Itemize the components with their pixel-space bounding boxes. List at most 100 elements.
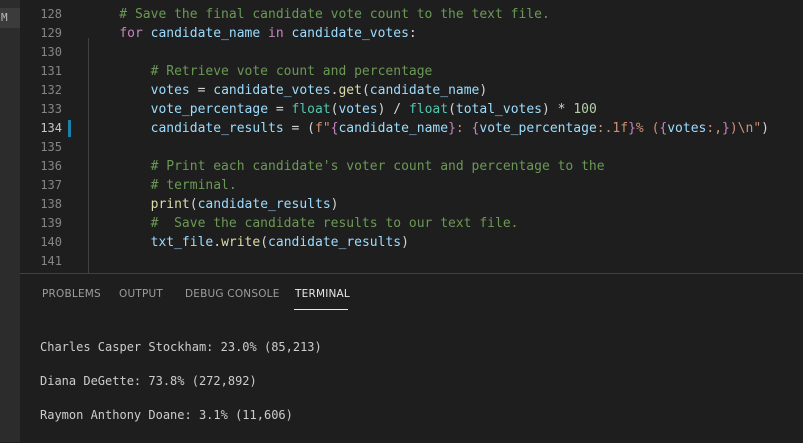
line-number: 135: [40, 140, 62, 154]
code-token: candidate_name: [369, 83, 480, 98]
code-text: # Save the final candidate vote count to…: [88, 5, 550, 24]
code-token: f": [315, 121, 331, 136]
code-token: ): [401, 235, 409, 250]
code-line[interactable]: 130: [20, 43, 803, 62]
code-line[interactable]: 132 votes = candidate_votes.get(candidat…: [20, 81, 803, 100]
code-text: # Print each candidate's voter count and…: [88, 157, 605, 176]
code-line[interactable]: 137 # terminal.: [20, 176, 803, 195]
side-marker: M: [0, 8, 20, 28]
line-number: 129: [40, 26, 62, 40]
code-line[interactable]: 131 # Retrieve vote count and percentage: [20, 62, 803, 81]
code-line[interactable]: 140 txt_file.write(candidate_results): [20, 233, 803, 252]
tab-debug-console[interactable]: DEBUG CONSOLE: [185, 288, 280, 300]
code-token: get: [338, 83, 362, 98]
code-token: ): [761, 121, 769, 136]
code-token: candidate_results: [268, 235, 402, 250]
code-token: }: [722, 121, 730, 136]
code-token: txt_file: [150, 235, 214, 250]
code-token: (: [189, 197, 198, 212]
code-token: # Retrieve vote count and percentage: [88, 64, 433, 79]
code-line[interactable]: 135: [20, 138, 803, 157]
code-text: vote_percentage = float(votes) / float(t…: [88, 100, 597, 119]
code-text: for candidate_name in candidate_votes:: [88, 24, 417, 43]
code-token: # terminal.: [88, 178, 237, 193]
code-token: total_votes: [455, 102, 542, 117]
code-token: candidate_votes: [213, 83, 331, 98]
terminal-line: Raymon Anthony Doane: 3.1% (11,606): [40, 408, 293, 422]
terminal-line: Diana DeGette: 73.8% (272,892): [40, 374, 257, 388]
code-text: txt_file.write(candidate_results): [88, 233, 409, 252]
code-token: = (: [283, 121, 316, 136]
activity-strip: M: [0, 0, 20, 442]
code-token: candidate_results: [150, 121, 284, 136]
code-line[interactable]: 136 # Print each candidate's voter count…: [20, 157, 803, 176]
code-line[interactable]: 138 print(candidate_results): [20, 195, 803, 214]
tab-terminal[interactable]: TERMINAL: [295, 288, 350, 300]
code-token: =: [189, 83, 214, 98]
line-number: 141: [40, 254, 62, 268]
tab-problems[interactable]: PROBLEMS: [42, 288, 101, 300]
code-token: in: [268, 26, 284, 41]
code-token: :.1f: [596, 121, 629, 136]
code-line[interactable]: 129 for candidate_name in candidate_vote…: [20, 24, 803, 43]
line-number: 131: [40, 64, 62, 78]
tab-output[interactable]: OUTPUT: [119, 288, 163, 300]
code-token: candidate_name: [338, 121, 449, 136]
line-number: 133: [40, 102, 62, 116]
code-line[interactable]: 141: [20, 252, 803, 271]
code-token: ) *: [542, 102, 574, 117]
code-token: :: [408, 26, 417, 41]
code-token: candidate_results: [197, 197, 331, 212]
code-token: votes: [667, 121, 707, 136]
code-token: (: [361, 83, 370, 98]
code-editor[interactable]: 128 # Save the final candidate vote coun…: [20, 0, 803, 273]
code-token: ): [330, 197, 339, 212]
terminal-line: Charles Casper Stockham: 23.0% (85,213): [40, 340, 322, 354]
code-line[interactable]: 139 # Save the candidate results to our …: [20, 214, 803, 233]
code-token: # Save the candidate results to our text…: [88, 216, 519, 231]
line-number: 138: [40, 197, 62, 211]
code-text: # Save the candidate results to our text…: [88, 214, 519, 233]
code-token: float: [408, 102, 449, 117]
code-token: .: [213, 235, 222, 250]
line-number: 134: [40, 121, 62, 135]
code-token: votes: [150, 83, 190, 98]
code-token: :: [455, 121, 472, 136]
code-line[interactable]: 128 # Save the final candidate vote coun…: [20, 5, 803, 24]
panel-tabs: PROBLEMS OUTPUT DEBUG CONSOLE TERMINAL: [20, 274, 803, 314]
code-token: )\n": [729, 121, 762, 136]
code-line[interactable]: 133 vote_percentage = float(votes) / flo…: [20, 100, 803, 119]
code-text: # terminal.: [88, 176, 237, 195]
code-token: ) /: [377, 102, 409, 117]
line-number: 139: [40, 216, 62, 230]
code-token: # Save the final candidate vote count to…: [88, 7, 550, 22]
line-number: 128: [40, 7, 62, 21]
line-number: 137: [40, 178, 62, 192]
code-token: # Print each candidate's voter count and…: [88, 159, 605, 174]
code-line[interactable]: 134 candidate_results = (f"{candidate_na…: [20, 119, 803, 138]
code-token: write: [221, 235, 261, 250]
code-token: ): [479, 83, 488, 98]
line-number: 130: [40, 45, 62, 59]
code-token: vote_percentage: [479, 121, 597, 136]
code-text: votes = candidate_votes.get(candidate_na…: [88, 81, 488, 100]
code-token: =: [268, 102, 292, 117]
code-text: # Retrieve vote count and percentage: [88, 62, 433, 81]
code-token: candidate_name: [150, 26, 261, 41]
code-token: (: [260, 235, 269, 250]
code-token: vote_percentage: [150, 102, 269, 117]
code-token: candidate_votes: [291, 26, 409, 41]
code-token: 100: [573, 102, 597, 117]
code-token: }: [448, 121, 456, 136]
line-number: 132: [40, 83, 62, 97]
line-number: 140: [40, 235, 62, 249]
bottom-panel: PROBLEMS OUTPUT DEBUG CONSOLE TERMINAL C…: [20, 273, 803, 443]
code-token: (: [448, 102, 456, 117]
